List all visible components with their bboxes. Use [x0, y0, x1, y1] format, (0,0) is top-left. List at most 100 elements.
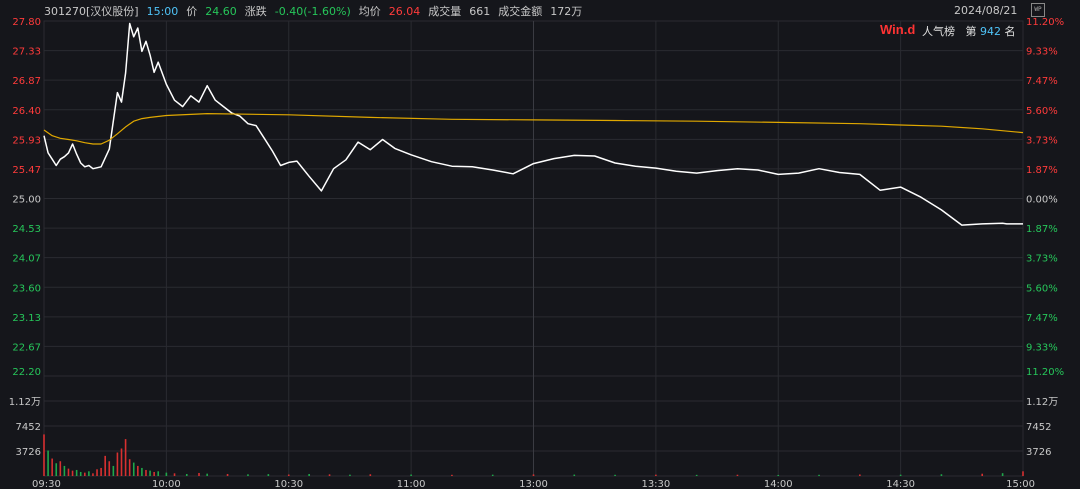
volume-tick-label-left: 3726	[16, 447, 41, 458]
volume-tick-label-right: 7452	[1026, 422, 1051, 433]
stock-code-name: 301270[汉仪股份]	[44, 5, 139, 18]
volume-bar	[226, 473, 229, 476]
volume-bar	[1022, 471, 1024, 476]
volume-bar	[75, 469, 78, 476]
y-tick-label-left: 24.07	[12, 254, 41, 265]
volume-bar	[614, 474, 616, 476]
volume-bar	[206, 473, 208, 476]
change-value: -0.40(-1.60%)	[274, 4, 351, 18]
volume-bar	[173, 473, 176, 476]
volume-bar	[818, 474, 820, 476]
volume-bar	[899, 474, 902, 476]
avg-value: 26.04	[388, 4, 421, 18]
quote-time: 15:00	[146, 4, 179, 18]
y-tick-label-right: 3.73%	[1026, 135, 1058, 146]
volume-bar	[141, 467, 143, 476]
volume-bar	[153, 471, 155, 476]
y-tick-label-left: 22.67	[12, 342, 41, 353]
y-tick-label-right: 7.47%	[1026, 313, 1058, 324]
x-tick-label: 09:30	[32, 479, 61, 489]
volume-bar	[349, 474, 351, 476]
y-tick-label-left: 23.60	[12, 283, 41, 294]
volume-bar	[120, 448, 123, 476]
wp-icon[interactable]: WP	[1031, 3, 1045, 17]
intraday-chart: 27.80 11.20% 27.33 9.33% 26.87 7.47% 26.40 5.60…	[9, 17, 1064, 489]
y-tick-label-right: 11.20%	[1026, 367, 1064, 378]
volume-bar	[981, 473, 984, 476]
volume-bar	[104, 455, 106, 476]
y-tick-label-right: 7.47%	[1026, 76, 1058, 87]
change-label: 涨跌	[244, 5, 267, 18]
x-tick-label: 11:00	[397, 479, 426, 489]
volume-bar	[736, 474, 739, 476]
wind-logo: Win.d	[880, 22, 916, 37]
volume-bar	[108, 461, 111, 476]
y-tick-label-right: 9.33%	[1026, 47, 1058, 58]
x-tick-label: 14:00	[764, 479, 793, 489]
volume-bar	[369, 474, 372, 476]
axis-labels: 27.80 11.20% 27.33 9.33% 26.87 7.47% 26.40 5.60…	[9, 17, 1064, 489]
volume-bar	[451, 474, 453, 476]
volume-bar	[79, 471, 82, 476]
amount-value: 172万	[550, 5, 583, 18]
volume-bar	[1001, 473, 1004, 476]
volume-tick-label-left: 1.12万	[9, 397, 41, 408]
x-tick-label: 15:00	[1006, 479, 1035, 489]
rank-suffix: 名	[1004, 25, 1016, 38]
volume-bar	[573, 474, 576, 476]
volume-bar	[287, 474, 290, 476]
quote-header: 301270[汉仪股份] 15:00 价 24.60 涨跌 -0.40(-1.6…	[44, 3, 582, 19]
x-tick-label: 13:30	[641, 479, 670, 489]
avg-label: 均价	[358, 5, 381, 18]
volume-bar	[655, 474, 657, 476]
y-tick-label-right: 5.60%	[1026, 283, 1058, 294]
volume-bar	[410, 474, 412, 476]
trade-date: 2024/08/21	[954, 4, 1018, 17]
volume-bar	[63, 465, 66, 476]
price-label: 价	[186, 5, 198, 18]
volume-bar	[128, 459, 131, 476]
y-tick-label-right: 11.20%	[1026, 17, 1064, 28]
volume-bar	[71, 470, 74, 476]
y-tick-label-left: 25.93	[12, 135, 41, 146]
volume-label: 成交量	[428, 5, 462, 18]
volume-bar	[112, 465, 115, 476]
x-tick-label: 10:00	[152, 479, 181, 489]
volume-bar	[267, 474, 270, 476]
volume-bar	[124, 439, 127, 476]
y-tick-label-left: 27.80	[12, 17, 41, 28]
volume-bar	[132, 462, 135, 476]
y-tick-label-left: 22.20	[12, 367, 41, 378]
volume-bar	[308, 473, 310, 476]
volume-bar	[491, 474, 494, 476]
y-tick-label-left: 27.33	[12, 47, 41, 58]
x-tick-label: 13:00	[519, 479, 548, 489]
volume-bar	[83, 472, 86, 476]
volume-bar	[149, 470, 151, 476]
rank-prefix: 第	[965, 25, 977, 38]
volume-bar	[55, 463, 58, 476]
volume-bar	[695, 474, 698, 476]
volume-bar	[51, 458, 53, 476]
volume-bar	[67, 468, 70, 476]
volume-bar	[43, 434, 45, 476]
volume-bar	[777, 474, 780, 476]
volume-bar	[145, 469, 147, 476]
volume-tick-label-right: 3726	[1026, 447, 1051, 458]
chart-grid	[43, 20, 1024, 477]
volume-bar	[88, 471, 90, 476]
volume-bar	[157, 471, 160, 476]
volume-bar	[116, 452, 119, 476]
volume-bar	[328, 474, 331, 476]
price-value: 24.60	[205, 4, 237, 18]
volume-bar	[940, 474, 943, 476]
y-tick-label-right: 0.00%	[1026, 195, 1058, 206]
y-tick-label-left: 25.00	[12, 195, 41, 206]
volume-bar	[47, 450, 49, 476]
y-tick-label-right: 1.87%	[1026, 165, 1058, 176]
popularity-rank[interactable]: 人气榜 第 942 名	[922, 23, 1016, 39]
x-tick-label: 10:30	[274, 479, 303, 489]
amount-label: 成交金额	[498, 5, 543, 18]
volume-bar	[247, 474, 249, 476]
y-tick-label-left: 25.47	[12, 165, 41, 176]
